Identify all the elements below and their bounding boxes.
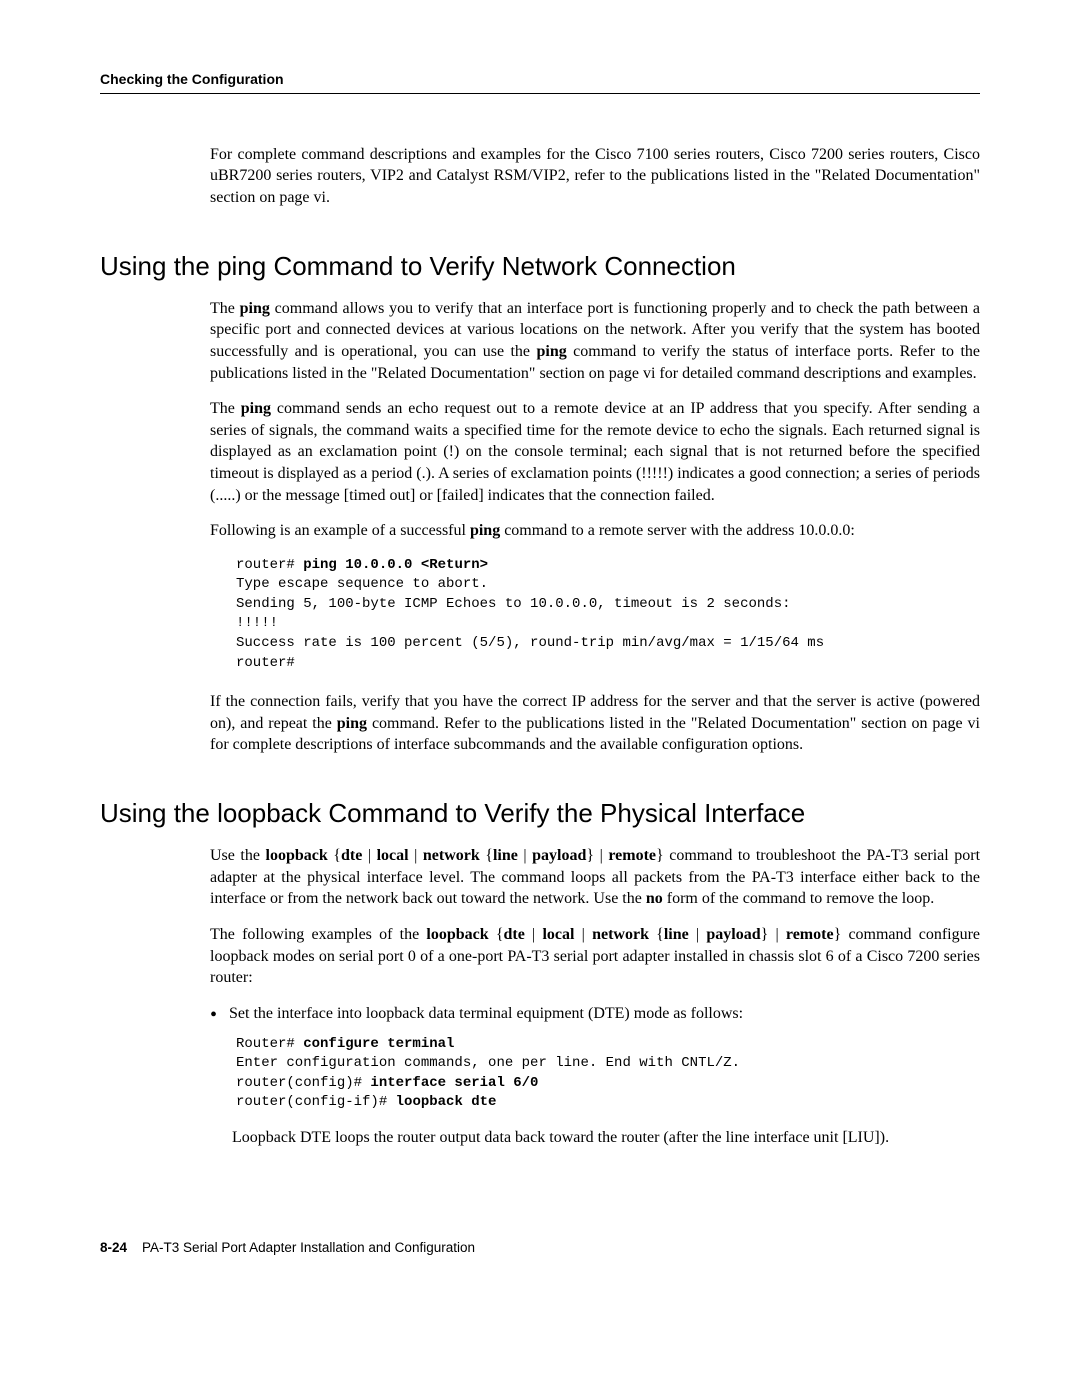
ping-bold: ping	[337, 715, 367, 732]
text: The	[210, 300, 240, 317]
text: |	[689, 926, 707, 943]
cmd-bold: network	[592, 926, 649, 943]
text: command to a remote server with the addr…	[500, 522, 855, 539]
text: {	[489, 926, 504, 943]
code-line: Sending 5, 100-byte ICMP Echoes to 10.0.…	[236, 596, 791, 612]
cmd-bold: remote	[608, 847, 656, 864]
text: command sends an echo request out to a r…	[210, 400, 980, 503]
ping-para4: If the connection fails, verify that you…	[210, 691, 980, 756]
code-line: router#	[236, 655, 295, 671]
ping-para3: Following is an example of a successful …	[210, 520, 980, 542]
code-line: Type escape sequence to abort.	[236, 576, 488, 592]
ping-para2: The ping command sends an echo request o…	[210, 398, 980, 506]
ping-bold: ping	[241, 400, 271, 417]
loopback-para2: The following examples of the loopback {…	[210, 924, 980, 989]
code-bold: configure terminal	[303, 1036, 454, 1052]
ping-code-block: router# ping 10.0.0.0 <Return> Type esca…	[236, 556, 980, 674]
cmd-bold: payload	[706, 926, 760, 943]
ping-bold: ping	[240, 300, 270, 317]
code-line: Success rate is 100 percent (5/5), round…	[236, 635, 824, 651]
text: Following is an example of a successful	[210, 522, 470, 539]
cmd-bold: dte	[341, 847, 362, 864]
text: |	[518, 847, 532, 864]
cmd-bold: loopback	[266, 847, 328, 864]
code-bold: loopback dte	[396, 1094, 497, 1110]
text: The following examples of the	[210, 926, 426, 943]
code-line: router(config-if)#	[236, 1094, 396, 1110]
text: {	[328, 847, 341, 864]
bullet-followup: Loopback DTE loops the router output dat…	[232, 1127, 980, 1149]
text: } |	[586, 847, 608, 864]
text: |	[574, 926, 592, 943]
text: |	[409, 847, 423, 864]
text: |	[362, 847, 376, 864]
code-bold: interface serial 6/0	[370, 1075, 538, 1091]
loopback-heading: Using the loopback Command to Verify the…	[100, 796, 980, 831]
ping-heading: Using the ping Command to Verify Network…	[100, 249, 980, 284]
code-line: Router#	[236, 1036, 303, 1052]
ping-para1: The ping command allows you to verify th…	[210, 298, 980, 384]
loopback-para1: Use the loopback {dte | local | network …	[210, 845, 980, 910]
cmd-bold: no	[646, 890, 663, 907]
page-header-section: Checking the Configuration	[100, 70, 980, 94]
ping-bold: ping	[536, 343, 566, 360]
cmd-bold: remote	[786, 926, 834, 943]
cmd-bold: local	[377, 847, 409, 864]
code-line: Enter configuration commands, one per li…	[236, 1055, 740, 1071]
bullet-item: • Set the interface into loopback data t…	[210, 1003, 980, 1025]
text: |	[525, 926, 543, 943]
text: {	[649, 926, 664, 943]
text: The	[210, 400, 241, 417]
footer-title: PA-T3 Serial Port Adapter Installation a…	[142, 1240, 475, 1255]
cmd-bold: loopback	[426, 926, 488, 943]
cmd-bold: line	[493, 847, 518, 864]
text: Use the	[210, 847, 266, 864]
code-line: router(config)#	[236, 1075, 370, 1091]
code-line: router#	[236, 557, 303, 573]
intro-paragraph: For complete command descriptions and ex…	[210, 144, 980, 209]
cmd-bold: network	[423, 847, 480, 864]
ping-bold: ping	[470, 522, 500, 539]
cmd-bold: line	[664, 926, 689, 943]
loopback-code-block: Router# configure terminal Enter configu…	[236, 1035, 980, 1113]
bullet-text: Set the interface into loopback data ter…	[229, 1003, 980, 1025]
cmd-bold: dte	[504, 926, 525, 943]
cmd-bold: payload	[532, 847, 586, 864]
footer-page-number: 8-24	[100, 1240, 127, 1255]
text: {	[480, 847, 493, 864]
text: } |	[761, 926, 786, 943]
page-footer: 8-24 PA-T3 Serial Port Adapter Installat…	[100, 1239, 980, 1257]
bullet-dot-icon: •	[210, 1005, 217, 1025]
code-line: !!!!!	[236, 615, 278, 631]
text: form of the command to remove the loop.	[663, 890, 934, 907]
cmd-bold: local	[542, 926, 574, 943]
code-bold: ping 10.0.0.0 <Return>	[303, 557, 488, 573]
